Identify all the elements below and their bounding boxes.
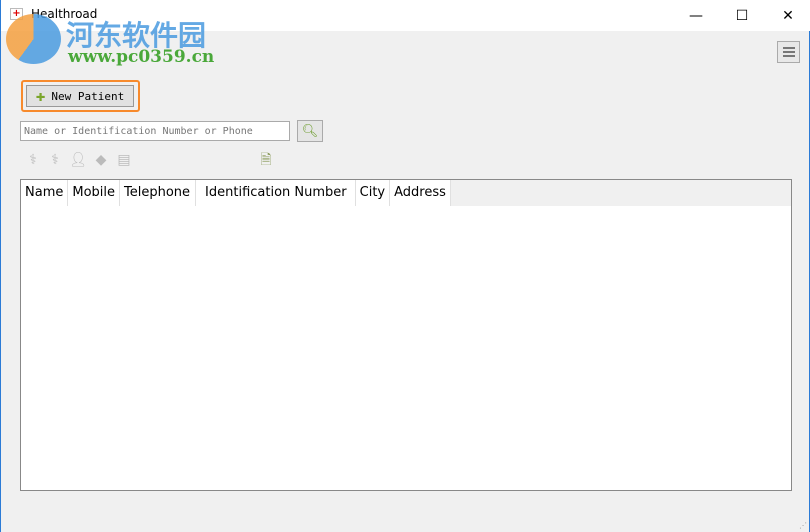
table-header: Name Mobile Telephone Identification Num… [21,180,791,206]
column-mobile[interactable]: Mobile [68,180,121,206]
window-title: Healthroad [31,7,98,21]
close-button[interactable]: ✕ [765,0,810,31]
title-bar: + Healthroad — ☐ ✕ [1,0,810,31]
new-patient-button[interactable]: ✚ New Patient [26,85,134,107]
book-icon[interactable]: ◆ [92,151,110,169]
column-telephone[interactable]: Telephone [120,180,197,206]
watermark-url: www.pc0359.cn [68,47,215,67]
hamburger-line [782,51,795,53]
app-icon: + [10,8,23,20]
menu-button[interactable] [777,41,800,63]
minimize-button[interactable]: — [673,0,719,31]
hamburger-icon [782,47,795,49]
stethoscope-icon[interactable]: ⚕ [24,151,42,169]
patient-table: Name Mobile Telephone Identification Num… [20,179,792,491]
column-city[interactable]: City [355,180,391,206]
user-icon[interactable]: 👤︎ [69,151,87,169]
column-address[interactable]: Address [390,180,451,206]
new-patient-label: New Patient [51,89,125,103]
plus-icon: ✚ [35,86,46,105]
notebook-icon[interactable]: ▤ [115,151,133,169]
search-icon: 🔍︎ [301,123,319,139]
search-button[interactable]: 🔍︎ [297,120,323,142]
stethoscope-icon[interactable]: ⚕ [46,151,64,169]
maximize-button[interactable]: ☐ [719,0,765,31]
document-icon[interactable]: 🗎 [257,151,275,169]
column-identification-number[interactable]: Identification Number [196,180,356,206]
resize-grip[interactable]: ⋰ [799,521,807,530]
search-input[interactable] [20,121,290,141]
column-name[interactable]: Name [21,180,69,206]
hamburger-line [782,55,795,57]
